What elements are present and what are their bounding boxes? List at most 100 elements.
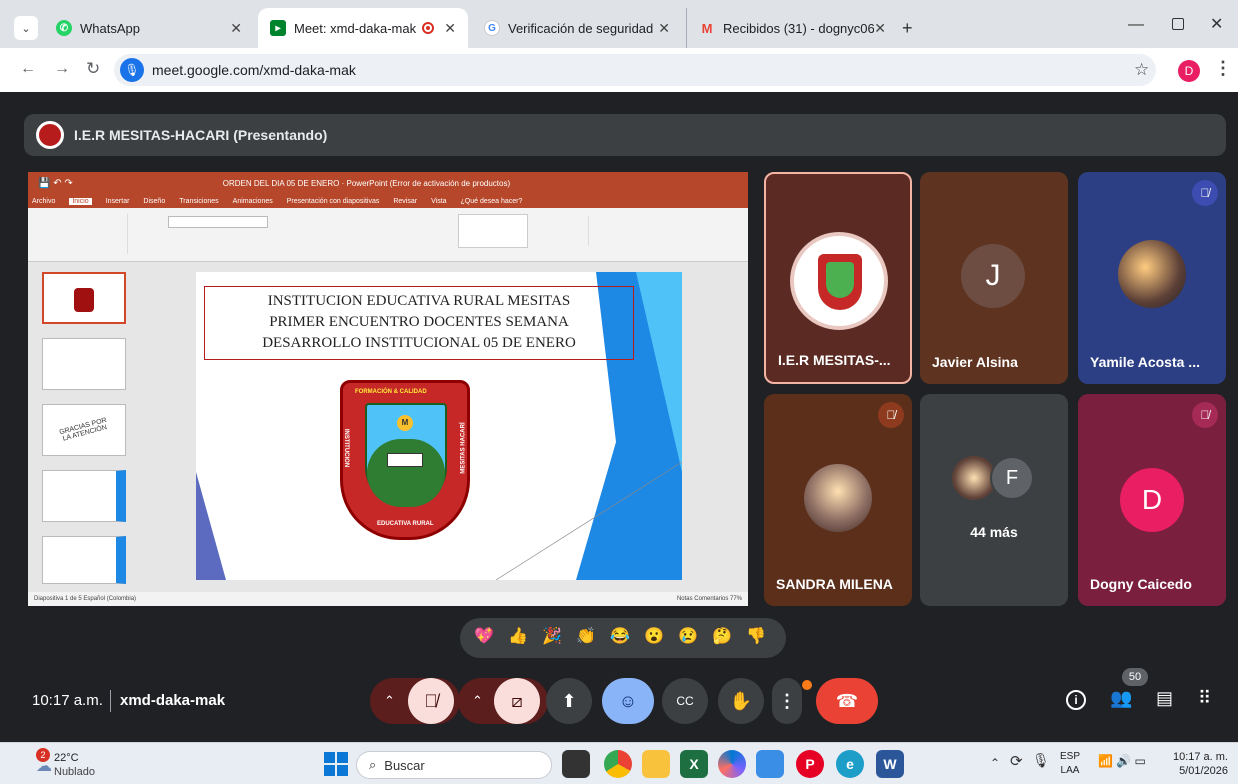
forward-button[interactable]: → — [54, 60, 70, 78]
mic-off-icon[interactable]: 🎙̸ — [408, 678, 454, 724]
activities-icon[interactable]: ⠿ — [1198, 688, 1211, 709]
reaction-emoji[interactable]: 👏 — [572, 622, 600, 650]
chrome-icon[interactable] — [604, 750, 632, 778]
close-icon[interactable]: ✕ — [874, 20, 886, 37]
slide-title-box: INSTITUCION EDUCATIVA RURAL MESITAS PRIM… — [204, 286, 634, 360]
reaction-emoji[interactable]: 😂 — [606, 622, 634, 650]
divider — [110, 690, 111, 712]
taskbar-search[interactable]: ⌕ Buscar — [356, 751, 552, 779]
restore-button[interactable] — [1172, 18, 1184, 30]
ppt-status-right: Notas Comentarios 77% — [676, 596, 742, 602]
close-window-button[interactable]: ✕ — [1210, 14, 1223, 34]
excel-icon[interactable]: X — [680, 750, 708, 778]
ribbon-tab[interactable]: Revisar — [393, 198, 417, 205]
participant-name: I.E.R MESITAS-... — [778, 352, 891, 368]
reaction-emoji[interactable]: 🎉 — [538, 622, 566, 650]
reaction-emoji[interactable]: 💖 — [470, 622, 498, 650]
slide-thumbnail[interactable] — [42, 338, 126, 390]
camera-off-icon[interactable]: ⧄ — [494, 678, 540, 724]
more-participants-tile[interactable]: F 44 más — [920, 394, 1068, 606]
chat-icon[interactable]: ▤ — [1156, 688, 1173, 709]
slide-thumbnail[interactable] — [42, 536, 126, 584]
reaction-emoji[interactable]: 😢 — [674, 622, 702, 650]
ribbon-tab[interactable]: Diseño — [143, 198, 165, 205]
ppt-ribbon — [28, 208, 748, 262]
captions-button[interactable]: CC — [662, 678, 708, 724]
edge-icon[interactable]: e — [836, 750, 864, 778]
weather-widget[interactable]: ☁ 2 22°C Nublado — [20, 748, 130, 780]
participant-tile[interactable]: 🎙̸ SANDRA MILENA — [764, 394, 912, 606]
close-icon[interactable]: ✕ — [230, 20, 242, 37]
tab-label: Meet: xmd-daka-mak — [294, 20, 417, 36]
copilot-icon[interactable] — [718, 750, 746, 778]
photos-icon[interactable] — [756, 750, 784, 778]
mic-off-icon: 🎙̸ — [878, 402, 904, 428]
new-tab-button[interactable]: + — [902, 18, 913, 39]
address-bar[interactable]: 🎙 meet.google.com/xmd-daka-mak — [114, 54, 1156, 86]
reaction-emoji[interactable]: 😮 — [640, 622, 668, 650]
participant-tile[interactable]: J Javier Alsina — [920, 172, 1068, 384]
close-icon[interactable]: ✕ — [444, 20, 456, 37]
slide-thumbnail[interactable]: GRACIAS POR LA ATENCIÓN — [42, 404, 126, 456]
people-icon[interactable]: 👥 — [1110, 688, 1132, 709]
ribbon-tab[interactable]: ¿Qué desea hacer? — [461, 198, 523, 205]
slide-thumbnail[interactable] — [42, 470, 126, 522]
close-icon[interactable]: ✕ — [658, 20, 670, 37]
participant-tile[interactable]: 🎙̸ Yamile Acosta ... — [1078, 172, 1226, 384]
ribbon-tab[interactable]: Animaciones — [233, 198, 273, 205]
tab-meet[interactable]: ▸ Meet: xmd-daka-mak ✕ — [258, 8, 468, 48]
microphone-icon[interactable]: 🎙 — [1032, 752, 1050, 769]
word-icon[interactable]: W — [876, 750, 904, 778]
search-placeholder: Buscar — [384, 757, 425, 773]
participant-count-badge: 50 — [1122, 668, 1148, 686]
participant-tile[interactable]: I.E.R MESITAS-... — [764, 172, 912, 384]
slide-thumbnail[interactable] — [42, 272, 126, 324]
site-info-icon[interactable]: 🎙 — [120, 58, 144, 82]
thumbnail-text: GRACIAS POR LA ATENCIÓN — [58, 416, 108, 443]
task-view-icon[interactable] — [562, 750, 590, 778]
ribbon-tab[interactable]: Insertar — [106, 198, 130, 205]
leave-call-button[interactable]: ☎ — [816, 678, 878, 724]
emoji-reaction-button[interactable]: ☺ — [602, 678, 654, 724]
meet-icon: ▸ — [270, 20, 286, 36]
ribbon-tab[interactable]: Presentación con diapositivas — [287, 198, 380, 205]
reaction-emoji[interactable]: 👍 — [504, 622, 532, 650]
crest-left-text: INSTITUCION — [343, 428, 350, 468]
tab-whatsapp[interactable]: ✆ WhatsApp ✕ — [44, 8, 254, 48]
ppt-save-icon: 💾 ↶ ↷ — [38, 177, 73, 189]
google-icon: G — [484, 20, 500, 36]
tab-search-button[interactable]: ⌄ — [14, 16, 38, 40]
tab-label: Verificación de seguridad — [508, 20, 654, 36]
ribbon-tab[interactable]: Vista — [431, 198, 446, 205]
participant-name: Dogny Caicedo — [1090, 576, 1192, 592]
meeting-info-icon[interactable]: i — [1066, 690, 1086, 710]
show-hidden-icons[interactable]: ⌃ — [990, 756, 1000, 770]
reaction-emoji[interactable]: 🤔 — [708, 622, 736, 650]
tab-gmail[interactable]: M Recibidos (31) - dognyc06@gm ✕ — [686, 8, 898, 48]
participant-name: Javier Alsina — [932, 354, 1018, 370]
bookmark-star-icon[interactable]: ☆ — [1134, 60, 1149, 80]
reload-button[interactable]: ↻ — [86, 59, 100, 79]
wifi-volume-battery-icons[interactable]: 📶 🔊 ▭ — [1098, 754, 1146, 768]
language-indicator[interactable]: ESP LAA — [1060, 750, 1080, 778]
participant-tile[interactable]: 🎙̸ D Dogny Caicedo — [1078, 394, 1226, 606]
minimize-button[interactable]: — — [1128, 16, 1144, 34]
ribbon-tab[interactable]: Archivo — [32, 198, 55, 205]
reaction-emoji[interactable]: 👎 — [742, 622, 770, 650]
network-status-icon[interactable]: ⟳ — [1010, 752, 1023, 770]
weather-temp: 22°C — [54, 752, 79, 764]
browser-menu-icon[interactable]: ⋮ — [1214, 58, 1232, 79]
present-button[interactable]: ⬆ — [546, 678, 592, 724]
profile-avatar[interactable]: D — [1178, 60, 1200, 82]
pinterest-icon[interactable]: P — [796, 750, 824, 778]
raise-hand-button[interactable]: ✋ — [718, 678, 764, 724]
file-explorer-icon[interactable] — [642, 750, 670, 778]
clock[interactable]: 10:17 a. m. 5/01/2026 — [1166, 750, 1228, 778]
tab-verificacion[interactable]: G Verificación de seguridad ✕ — [472, 8, 682, 48]
back-button[interactable]: ← — [20, 60, 36, 78]
start-button[interactable] — [324, 752, 348, 776]
mic-off-icon: 🎙̸ — [1192, 402, 1218, 428]
more-options-button[interactable]: ⋮ — [772, 678, 802, 724]
ribbon-tab[interactable]: Transiciones — [179, 198, 218, 205]
ribbon-tab[interactable]: Inicio — [69, 197, 92, 205]
